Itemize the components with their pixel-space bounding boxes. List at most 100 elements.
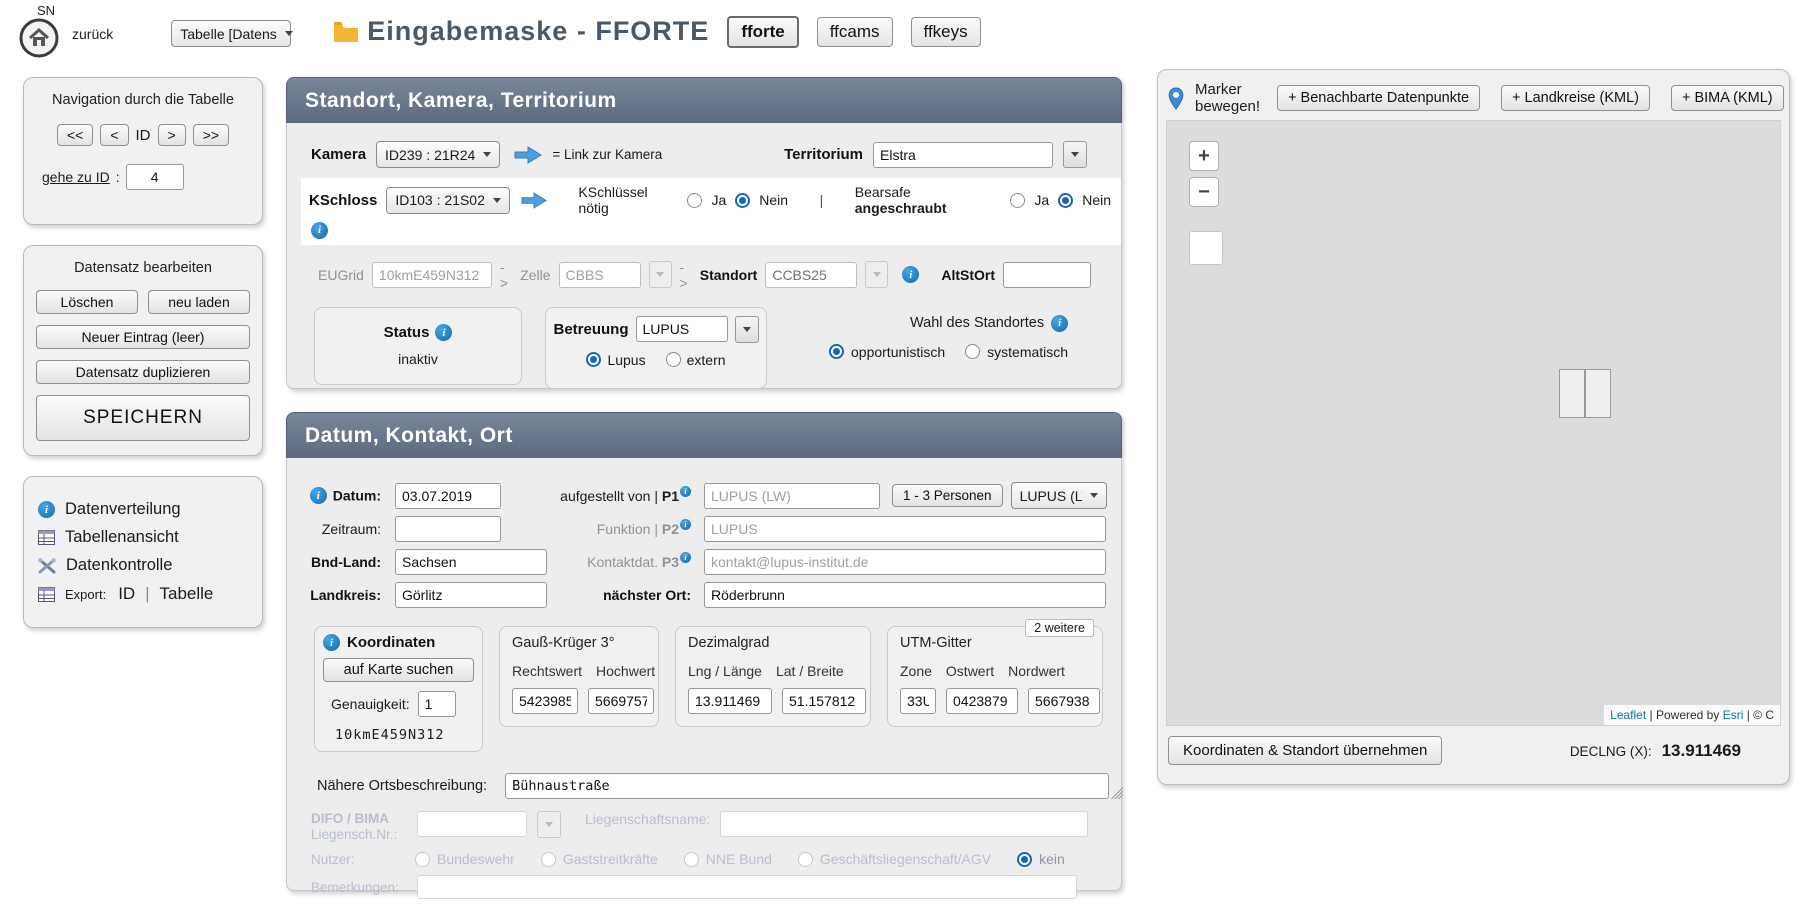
nutzer-kein-radio[interactable] — [1017, 852, 1032, 867]
kschloss-strip: KSchloss ID103 : 21S02 KSchlüssel nötig — [301, 178, 1121, 245]
karte-suchen-button[interactable]: auf Karte suchen — [323, 658, 474, 682]
esri-link[interactable]: Esri — [1723, 708, 1744, 722]
benachbarte-datenpunkte-button[interactable]: + Benachbarte Datenpunkte — [1277, 85, 1480, 111]
chevron-down-icon — [873, 272, 881, 277]
standort-input — [765, 262, 857, 288]
map-panel: Marker bewegen! + Benachbarte Datenpunkt… — [1157, 69, 1790, 785]
link-arrow-icon[interactable] — [514, 145, 542, 165]
altstort-input[interactable] — [1003, 262, 1091, 288]
betreuung-dropdown-button[interactable] — [735, 316, 759, 343]
info-icon[interactable]: i — [323, 634, 340, 651]
eingabemaske-app: SN zurück Tabelle [Datens E — [0, 0, 1796, 902]
info-icon[interactable]: i — [311, 222, 328, 239]
lat-input[interactable] — [782, 688, 866, 714]
p3-input[interactable] — [704, 549, 1106, 575]
goto-id-input[interactable] — [126, 164, 184, 190]
koordinaten-uebernehmen-button[interactable]: Koordinaten & Standort übernehmen — [1168, 736, 1442, 765]
app-button-ffcams[interactable]: ffcams — [817, 17, 893, 47]
prev-record-button[interactable]: < — [100, 124, 128, 146]
goto-id-link[interactable]: gehe zu ID — [42, 169, 110, 185]
app-button-fforte[interactable]: fforte — [727, 16, 798, 48]
tabellenansicht-link[interactable]: Tabellenansicht — [38, 528, 248, 547]
new-entry-button[interactable]: Neuer Eintrag (leer) — [36, 325, 250, 349]
zelle-dropdown-button — [649, 261, 672, 288]
info-icon[interactable]: i — [310, 487, 327, 504]
datum-input[interactable] — [395, 483, 501, 509]
leaflet-link[interactable]: Leaflet — [1610, 708, 1646, 722]
rechtswert-input[interactable] — [512, 688, 578, 714]
datenverteilung-link[interactable]: i Datenverteilung — [38, 500, 248, 519]
first-record-button[interactable]: << — [57, 124, 93, 146]
info-icon[interactable]: i — [1051, 315, 1068, 332]
datenkontrolle-link[interactable]: Datenkontrolle — [38, 556, 248, 575]
back-link[interactable]: zurück — [72, 26, 113, 42]
nutzer-geschaeftsliegenschaft-radio — [798, 852, 813, 867]
last-record-button[interactable]: >> — [193, 124, 229, 146]
bndland-label: Bnd-Land: — [301, 554, 381, 570]
kschloss-select[interactable]: ID103 : 21S02 — [386, 187, 510, 214]
naechster-ort-input[interactable] — [704, 582, 1106, 608]
record-edit-panel: Datensatz bearbeiten Löschen neu laden N… — [23, 245, 263, 456]
map-footer: Koordinaten & Standort übernehmen DECLNG… — [1166, 736, 1781, 765]
map-zoom-control: + − — [1189, 141, 1223, 265]
lng-input[interactable] — [688, 688, 772, 714]
bearsafe-nein-radio[interactable] — [1058, 193, 1073, 208]
reload-button[interactable]: neu laden — [148, 290, 250, 314]
table-select[interactable]: Tabelle [Datens — [171, 20, 291, 47]
kamera-select[interactable]: ID239 : 21R24 — [376, 141, 500, 168]
chevron-down-icon — [1090, 493, 1098, 498]
p2-input[interactable] — [704, 516, 1106, 542]
ortsbeschreibung-input[interactable] — [505, 773, 1109, 799]
gk-title: Gauß-Krüger 3° — [512, 635, 646, 651]
personen-button[interactable]: 1 - 3 Personen — [892, 484, 1003, 507]
duplicate-record-button[interactable]: Datensatz duplizieren — [36, 360, 250, 384]
app-button-ffkeys[interactable]: ffkeys — [911, 17, 981, 47]
bearsafe-ja-radio[interactable] — [1010, 193, 1025, 208]
chevron-down-icon — [483, 152, 491, 157]
hochwert-input[interactable] — [588, 688, 654, 714]
resize-grip-icon[interactable] — [1111, 787, 1123, 799]
territorium-dropdown-button[interactable] — [1063, 141, 1087, 168]
zeitraum-input[interactable] — [395, 516, 501, 542]
delete-button[interactable]: Löschen — [36, 290, 138, 314]
info-icon[interactable]: i — [680, 519, 691, 530]
layers-control[interactable] — [1189, 231, 1223, 265]
declng-label: DECLNG (X): — [1570, 744, 1652, 759]
standort-label: Standort — [700, 267, 758, 283]
betreuung-input[interactable] — [636, 316, 728, 342]
home-button[interactable]: SN — [16, 4, 62, 59]
zoom-out-button[interactable]: − — [1189, 177, 1219, 207]
map-area[interactable]: + − Leaflet | Powered by Esri | © C — [1166, 120, 1781, 726]
territorium-input[interactable] — [873, 142, 1053, 168]
p1-select[interactable]: LUPUS (LW — [1011, 482, 1107, 509]
systematisch-radio[interactable] — [965, 344, 980, 359]
marker-bewegen-label: Marker bewegen! — [1195, 81, 1260, 115]
landkreise-kml-button[interactable]: + Landkreise (KML) — [1501, 85, 1650, 111]
utm-nordwert-input[interactable] — [1028, 688, 1100, 714]
zeitraum-label: Zeitraum: — [301, 521, 381, 537]
save-button[interactable]: SPEICHERN — [36, 395, 250, 441]
betreuung-extern-radio[interactable] — [666, 352, 681, 367]
nutzer-gaststreitkraefte-radio — [541, 852, 556, 867]
p1-input[interactable] — [704, 483, 880, 509]
kschluessel-nein-radio[interactable] — [735, 193, 750, 208]
export-id-link[interactable]: ID — [118, 584, 135, 604]
next-record-button[interactable]: > — [158, 124, 186, 146]
info-icon[interactable]: i — [902, 266, 919, 283]
info-icon[interactable]: i — [435, 324, 452, 341]
export-table-link[interactable]: Tabelle — [159, 584, 213, 604]
info-icon[interactable]: i — [680, 552, 691, 563]
bima-kml-button[interactable]: + BIMA (KML) — [1671, 85, 1784, 111]
zoom-in-button[interactable]: + — [1189, 141, 1219, 171]
genauigkeit-input[interactable] — [418, 691, 456, 717]
info-icon[interactable]: i — [680, 486, 691, 497]
nutzer-bundeswehr-radio — [415, 852, 430, 867]
weitere-button[interactable]: 2 weitere — [1025, 619, 1094, 637]
betreuung-lupus-radio[interactable] — [586, 352, 601, 367]
utm-zone-input[interactable] — [900, 688, 936, 714]
kschluessel-ja-radio[interactable] — [687, 193, 702, 208]
utm-ostwert-input[interactable] — [946, 688, 1018, 714]
marker-placeholder[interactable] — [1559, 369, 1611, 418]
opportunistisch-radio[interactable] — [829, 344, 844, 359]
record-edit-title: Datensatz bearbeiten — [36, 260, 250, 276]
